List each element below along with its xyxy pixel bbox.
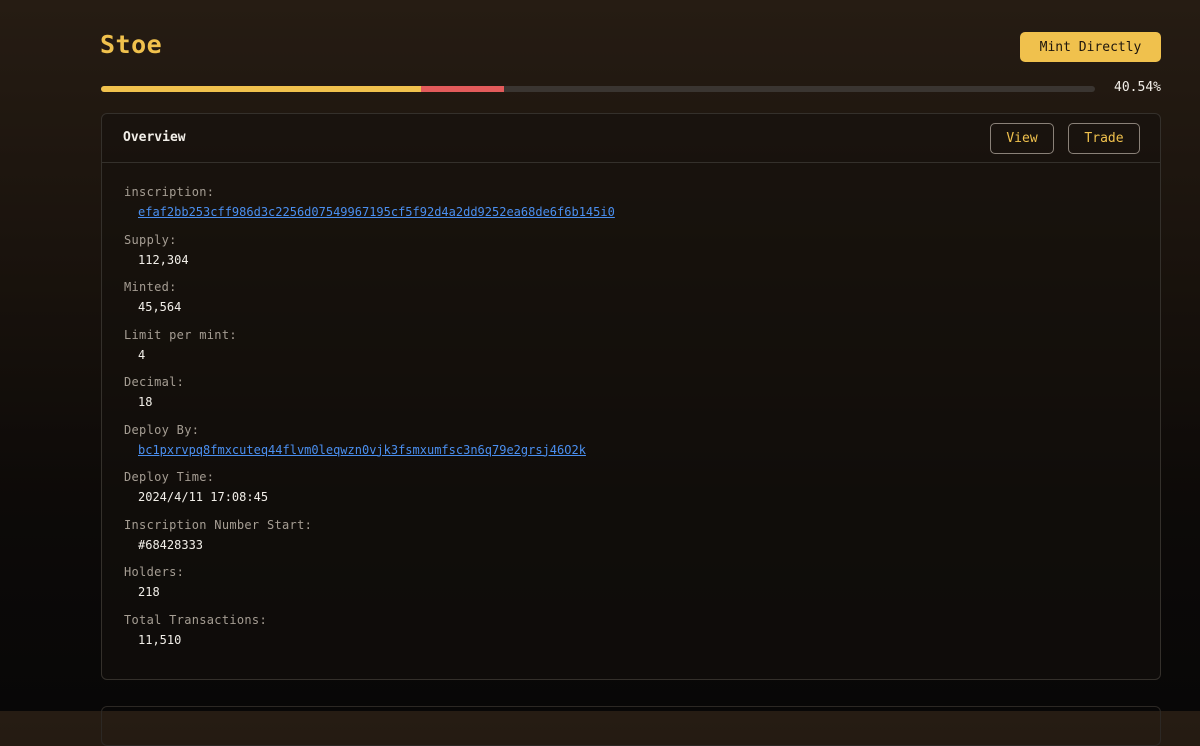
field-label: inscription: [124,185,215,199]
field-label: Deploy Time: [124,470,215,484]
next-section-card [101,706,1161,746]
field-value: #68428333 [138,537,204,552]
field-value: 218 [138,585,160,599]
deployer-address-link[interactable]: bc1pxrvpq8fmxcuteq44flvm0leqwzn0vjk3fsmx… [138,442,586,458]
field-label: Total Transactions: [124,612,267,627]
field-value: 112,304 [138,252,189,267]
field-deploy-by: Deploy By: bc1pxrvpq8fmxcuteq44flvm0leqw… [124,422,615,470]
mint-progress-percent: 40.54% [1114,80,1161,95]
overview-field-list: inscription: efaf2bb253cff986d3c2256d075… [124,184,615,659]
field-decimal: Decimal: 18 [124,374,615,422]
field-label: Minted: [124,280,177,294]
overview-card: Overview View Trade inscription: efaf2bb… [101,113,1161,680]
field-value: 4 [138,347,146,362]
field-limit-per-mint: Limit per mint: 4 [124,327,615,375]
field-label: Holders: [124,565,185,579]
field-label: Decimal: [124,375,185,389]
field-supply: Supply: 112,304 [124,232,615,280]
mint-directly-button[interactable]: Mint Directly [1020,32,1161,62]
inscription-link[interactable]: efaf2bb253cff986d3c2256d07549967195cf5f9… [138,204,615,220]
field-label: Deploy By: [124,422,200,437]
field-value: 11,510 [138,632,182,647]
page-title: Stoe [100,30,163,59]
field-label: Supply: [124,232,177,247]
field-label: Limit per mint: [124,327,237,342]
field-value: 2024/4/11 17:08:45 [138,490,269,504]
field-value: 45,564 [138,300,182,314]
field-total-transactions: Total Transactions: 11,510 [124,612,615,660]
mint-progress-pending [421,86,504,92]
field-value: 18 [138,395,153,409]
trade-button[interactable]: Trade [1068,123,1140,154]
field-deploy-time: Deploy Time: 2024/4/11 17:08:45 [124,469,615,517]
mint-progress-bar [101,86,1095,92]
view-button[interactable]: View [990,123,1054,154]
overview-title: Overview [123,130,186,145]
field-minted: Minted: 45,564 [124,279,615,327]
overview-header: Overview View Trade [102,114,1160,163]
field-label: Inscription Number Start: [124,517,313,532]
field-inscription-number-start: Inscription Number Start: #68428333 [124,517,615,565]
mint-progress-fill [101,86,422,92]
field-holders: Holders: 218 [124,564,615,612]
field-inscription: inscription: efaf2bb253cff986d3c2256d075… [124,184,615,232]
